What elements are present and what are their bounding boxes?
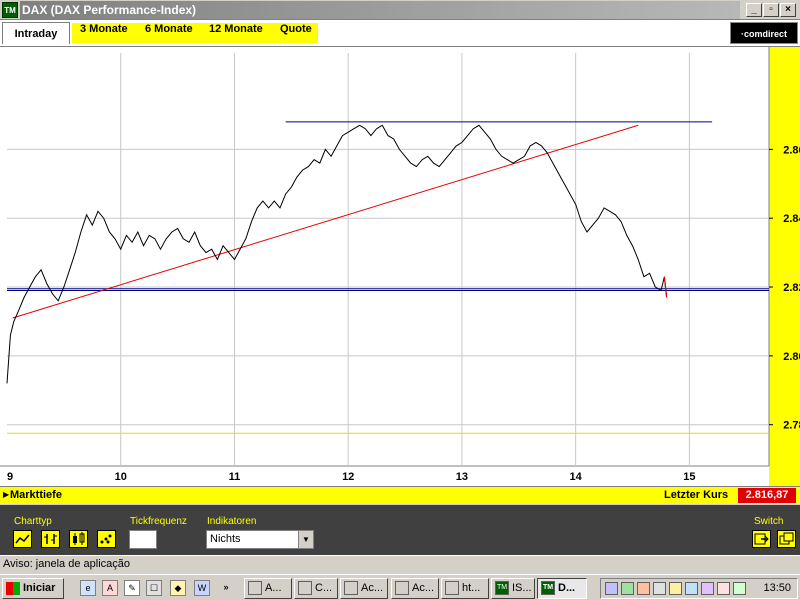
tab-intraday[interactable]: Intraday	[2, 22, 70, 44]
acrobat-task-icon	[395, 581, 409, 595]
x-tick-label: 9	[7, 471, 13, 483]
line-chart-button[interactable]	[13, 530, 32, 548]
y-tick-label: 2.780	[783, 420, 800, 432]
word-icon[interactable]: W	[194, 580, 210, 596]
taskbar-item-1[interactable]: A...	[244, 578, 292, 599]
start-button[interactable]: Iniciar	[2, 578, 64, 599]
ohlc-chart-icon	[44, 534, 57, 544]
x-tick-label: 13	[456, 471, 468, 483]
indikatoren-label: Indikatoren	[207, 516, 257, 527]
taskbar: Iniciar e A ✎ ☐ ◆ W » A... C... Ac... Ac…	[0, 574, 800, 600]
period-tabs: Intraday 3 Monate 6 Monate 12 Monate Quo…	[0, 20, 800, 46]
task-label: Ac...	[412, 582, 435, 594]
last-price-value: 2.816,87	[738, 488, 796, 503]
tray-icon[interactable]	[701, 582, 714, 595]
tray-icon[interactable]	[605, 582, 618, 595]
explorer-icon[interactable]: ☐	[146, 580, 162, 596]
chart-svg: 9 10 11 12 13 14 15 2.860 2.840 2.820 2.800 2.780	[0, 47, 800, 487]
browser-task-icon	[445, 581, 459, 595]
start-label: Iniciar	[23, 582, 56, 594]
switch-label: Switch	[754, 516, 784, 527]
x-tick-label: 12	[342, 471, 354, 483]
minimize-button[interactable]: _	[746, 3, 762, 17]
candlestick-chart-icon	[73, 532, 85, 545]
taskbar-item-6[interactable]: TM IS...	[491, 578, 535, 599]
title-bar: TM DAX (DAX Performance-Index) _ ▫ ×	[0, 0, 800, 20]
chevron-down-icon[interactable]: ▼	[298, 531, 313, 548]
taskbar-item-4[interactable]: Ac...	[391, 578, 439, 599]
y-tick-label: 2.840	[783, 213, 800, 225]
switch-back-button[interactable]	[752, 530, 771, 548]
acrobat-icon[interactable]: A	[102, 580, 118, 596]
taskbar-item-5[interactable]: ht...	[441, 578, 489, 599]
y-tick-label: 2.800	[783, 351, 800, 363]
tray-icon[interactable]	[637, 582, 650, 595]
charttyp-label: Charttyp	[14, 516, 52, 527]
tray-icon[interactable]	[621, 582, 634, 595]
x-tick-label: 15	[683, 471, 695, 483]
clock: 13:50	[763, 582, 791, 594]
tm-task-icon: TM	[541, 581, 555, 595]
candlestick-chart-button[interactable]	[69, 530, 88, 548]
task-label: IS...	[512, 582, 532, 594]
status-bar: Aviso: janela de aplicação	[0, 555, 800, 573]
tab-3-monate[interactable]: 3 Monate	[80, 23, 128, 35]
close-button[interactable]: ×	[780, 3, 796, 17]
point-chart-icon	[100, 534, 112, 544]
x-tick-label: 10	[115, 471, 127, 483]
window-title: DAX (DAX Performance-Index)	[22, 3, 197, 17]
tab-quote[interactable]: Quote	[280, 23, 312, 35]
indikatoren-select[interactable]: Nichts ▼	[206, 530, 314, 549]
tray-icon[interactable]	[685, 582, 698, 595]
task-label: D...	[558, 582, 576, 594]
task-window-icon	[248, 581, 262, 595]
y-tick-label: 2.820	[783, 282, 800, 294]
windows-logo-icon	[6, 582, 20, 595]
info-bar: ▶ Markttiefe Letzter Kurs 2.816,87	[0, 486, 800, 504]
switch-arrow-icon	[754, 533, 769, 545]
restore-button[interactable]: ▫	[763, 3, 779, 17]
task-label: ht...	[462, 582, 481, 594]
task-label: Ac...	[361, 582, 384, 594]
switch-window-button[interactable]	[777, 530, 796, 548]
status-text: Aviso: janela de aplicação	[3, 558, 130, 570]
price-series-line	[6, 124, 668, 384]
tickfrequenz-label: Tickfrequenz	[130, 516, 187, 527]
comdirect-logo: ·comdirect	[730, 22, 798, 44]
line-chart-icon	[15, 534, 30, 544]
app-logo-icon: TM	[2, 2, 18, 18]
tray-icon[interactable]	[717, 582, 730, 595]
system-tray: 13:50	[600, 578, 798, 599]
intraday-chart: 9 10 11 12 13 14 15 2.860 2.840 2.820 2.800 2.780	[0, 46, 800, 487]
window-icon	[779, 532, 794, 545]
task-label: C...	[315, 582, 333, 594]
chart-controls: Charttyp Tickfrequenz Indikatoren Nichts…	[0, 505, 800, 555]
tray-icon[interactable]	[733, 582, 746, 595]
tray-icon[interactable]	[669, 582, 682, 595]
taskbar-item-3[interactable]: Ac...	[340, 578, 388, 599]
tab-12-monate[interactable]: 12 Monate	[209, 23, 263, 35]
task-window-icon	[344, 581, 358, 595]
ohlc-chart-button[interactable]	[41, 530, 60, 548]
markttiefe-arrow-icon: ▶	[3, 490, 10, 499]
task-window-icon	[298, 581, 312, 595]
task-label: A...	[265, 582, 282, 594]
indikatoren-value: Nichts	[210, 533, 241, 545]
taskbar-item-active[interactable]: TM D...	[537, 578, 587, 599]
point-chart-button[interactable]	[97, 530, 116, 548]
tickfrequenz-input[interactable]	[129, 530, 157, 549]
tm-task-icon: TM	[495, 581, 509, 595]
ie-icon[interactable]: e	[80, 580, 96, 596]
tray-icon[interactable]	[653, 582, 666, 595]
y-tick-label: 2.860	[783, 144, 800, 156]
letzter-kurs-label: Letzter Kurs	[664, 489, 729, 501]
x-tick-label: 11	[229, 471, 241, 483]
tab-6-monate[interactable]: 6 Monate	[145, 23, 193, 35]
x-tick-label: 14	[570, 471, 583, 483]
folder-icon[interactable]: ◆	[170, 580, 186, 596]
markttiefe-link[interactable]: Markttiefe	[10, 489, 62, 501]
taskbar-item-2[interactable]: C...	[294, 578, 338, 599]
notepad-icon[interactable]: ✎	[124, 580, 140, 596]
more-icon[interactable]: »	[218, 580, 234, 596]
